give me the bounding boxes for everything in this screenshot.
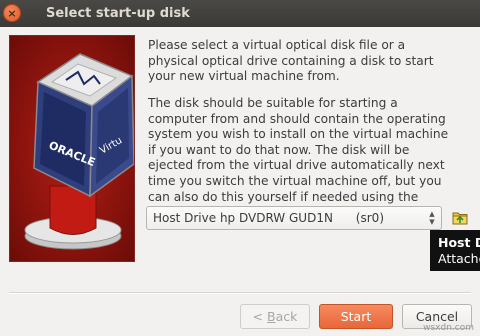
back-prefix: <: [252, 309, 268, 324]
close-icon: ×: [7, 6, 17, 20]
virtualbox-logo: ORACLE Virtu: [9, 35, 135, 262]
virtualbox-cube-icon: ORACLE Virtu: [24, 53, 134, 250]
back-label-rest: ack: [275, 309, 298, 324]
combo-arrows-icon: ▲ ▼: [429, 210, 435, 226]
back-mnemonic: B: [267, 309, 276, 324]
watermark: wsxdn.com: [423, 323, 474, 333]
folder-browse-icon: [452, 212, 468, 225]
tooltip-subtitle: Attache: [438, 251, 480, 266]
tooltip: Host Dr Attache: [430, 230, 480, 271]
browse-disk-button[interactable]: [449, 207, 471, 229]
explanation-text: The disk should be suitable for starting…: [148, 96, 449, 219]
instruction-text: Please select a virtual optical disk fil…: [148, 38, 434, 84]
start-label: Start: [340, 309, 372, 324]
tooltip-title: Host Dr: [438, 235, 480, 250]
window-title: Select start-up disk: [46, 6, 190, 21]
close-button[interactable]: ×: [3, 4, 21, 22]
start-button[interactable]: Start: [319, 304, 393, 329]
button-separator: [9, 292, 471, 294]
disk-select-combobox[interactable]: Host Drive hp DVDRW GUD1N (sr0) ▲ ▼: [146, 206, 442, 230]
cancel-label: Cancel: [415, 309, 459, 324]
back-button[interactable]: < Back: [240, 304, 310, 329]
disk-select-value: Host Drive hp DVDRW GUD1N (sr0): [153, 211, 384, 225]
title-bar: × Select start-up disk: [0, 0, 480, 27]
